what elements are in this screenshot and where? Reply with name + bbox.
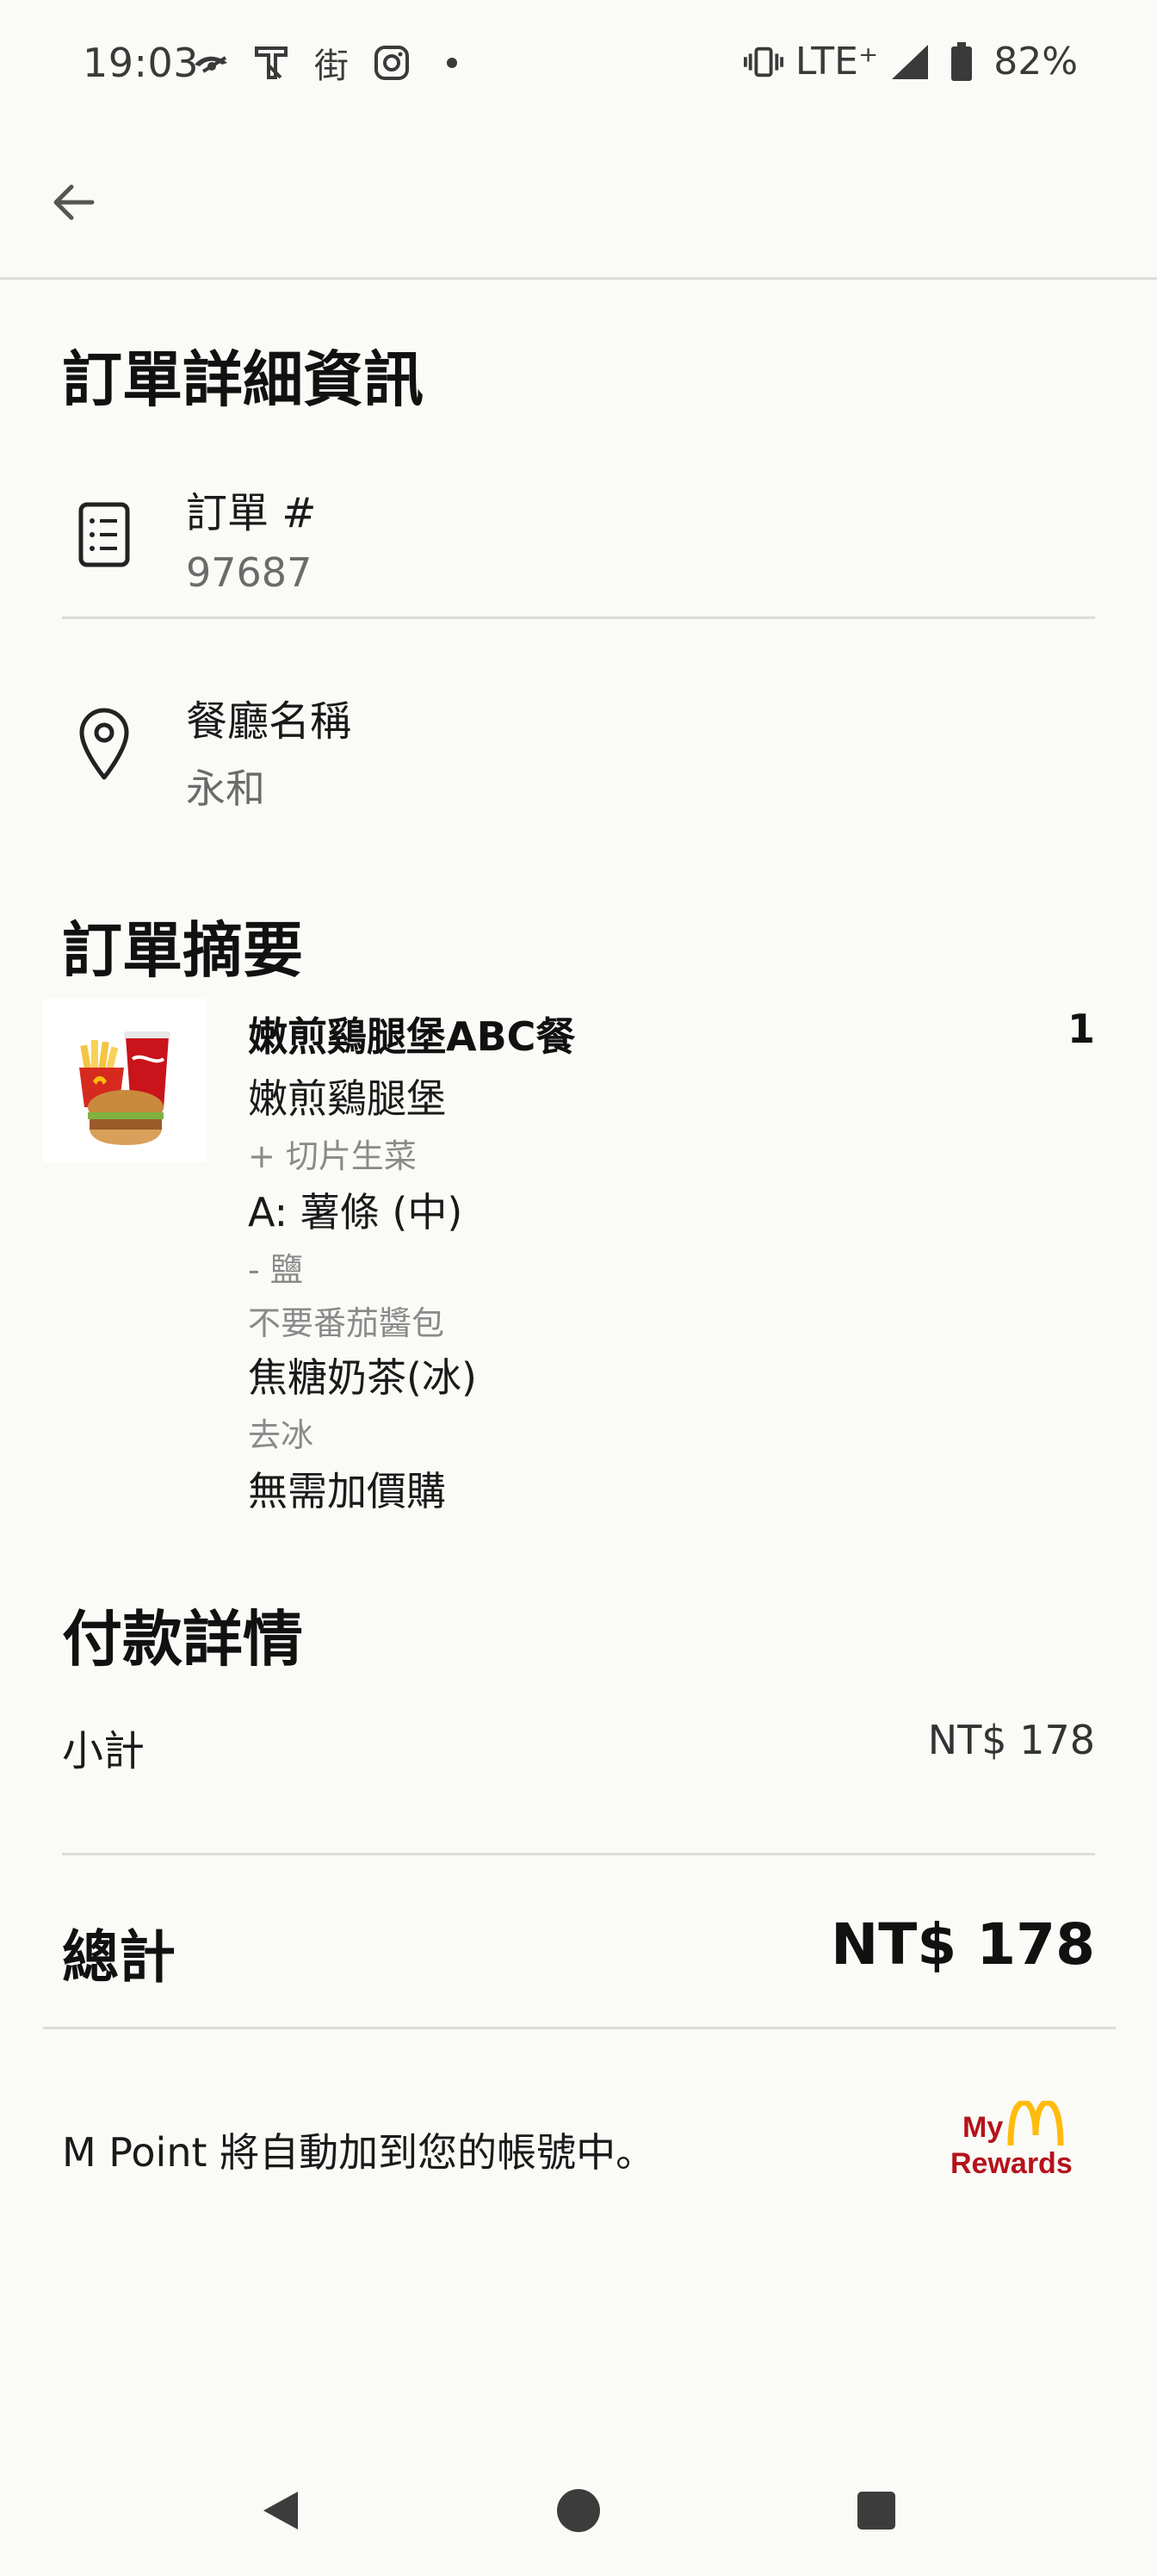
battery-icon — [942, 41, 981, 82]
item-addon: 無需加價購 — [248, 1468, 446, 1514]
summary-title: 訂單摘要 — [62, 915, 303, 986]
total-label: 總計 — [62, 1924, 176, 1991]
item-side-modifier: - 鹽 — [248, 1251, 303, 1289]
signal-icon — [890, 42, 930, 82]
nav-back-button[interactable] — [255, 2485, 306, 2536]
order-divider — [62, 616, 1095, 619]
receipt-icon — [65, 496, 143, 573]
back-triangle-icon — [263, 2492, 298, 2530]
item-drink-modifier: 去冰 — [248, 1416, 314, 1454]
vibrate-icon — [743, 42, 783, 82]
item-side: A: 薯條 (中) — [248, 1189, 463, 1235]
meal-image — [43, 999, 207, 1162]
app-icon — [251, 43, 291, 83]
subtotal-label: 小計 — [62, 1727, 145, 1775]
back-button[interactable] — [43, 172, 103, 232]
recents-square-icon — [857, 2492, 895, 2530]
restaurant-label: 餐廳名稱 — [186, 697, 352, 746]
page-title: 訂單詳細資訊 — [62, 344, 424, 415]
nav-home-button[interactable] — [553, 2485, 604, 2536]
street-icon: 街 — [314, 46, 349, 86]
status-icons-left: 街 — [191, 43, 472, 86]
location-pin-icon — [65, 706, 143, 783]
nav-recents-button[interactable] — [851, 2485, 902, 2536]
order-number-value: 97687 — [186, 549, 312, 596]
item-quantity: 1 — [1067, 1006, 1095, 1052]
status-time: 19:03 — [83, 40, 200, 86]
dot-icon — [432, 43, 472, 83]
payment-title: 付款詳情 — [62, 1604, 303, 1675]
rewards-message: M Point 將自動加到您的帳號中。 — [62, 2129, 656, 2176]
cast-icon — [191, 43, 231, 83]
item-drink: 焦糖奶茶(冰) — [248, 1354, 477, 1401]
total-value: NT$ 178 — [831, 1911, 1095, 1978]
item-name: 嫩煎鷄腿堡ABC餐 — [248, 1013, 576, 1060]
instagram-icon — [372, 43, 411, 83]
status-bar: 19:03 街 LTE⁺ 82% — [0, 0, 1157, 129]
logo-rewards-text: Rewards — [950, 2147, 1073, 2180]
appbar-divider — [0, 277, 1157, 280]
battery-level: 82% — [993, 40, 1078, 84]
logo-my-text: My — [962, 2111, 1004, 2144]
system-nav-bar — [0, 2462, 1157, 2576]
my-rewards-logo: My Rewards — [947, 2101, 1085, 2192]
golden-arches-icon — [1007, 2101, 1064, 2146]
network-type: LTE⁺ — [795, 40, 879, 84]
subtotal-value: NT$ 178 — [927, 1717, 1095, 1763]
total-divider — [43, 2027, 1116, 2029]
item-side-modifier: 不要番茄醬包 — [248, 1304, 445, 1342]
status-right: LTE⁺ 82% — [743, 40, 1078, 84]
restaurant-value: 永和 — [186, 765, 265, 812]
arrow-left-icon — [53, 184, 95, 220]
subtotal-divider — [62, 1853, 1095, 1855]
order-number-label: 訂單 # — [186, 489, 317, 537]
item-burger-modifier: + 切片生菜 — [248, 1137, 417, 1175]
home-circle-icon — [557, 2489, 600, 2532]
item-burger: 嫩煎鷄腿堡 — [248, 1075, 446, 1122]
